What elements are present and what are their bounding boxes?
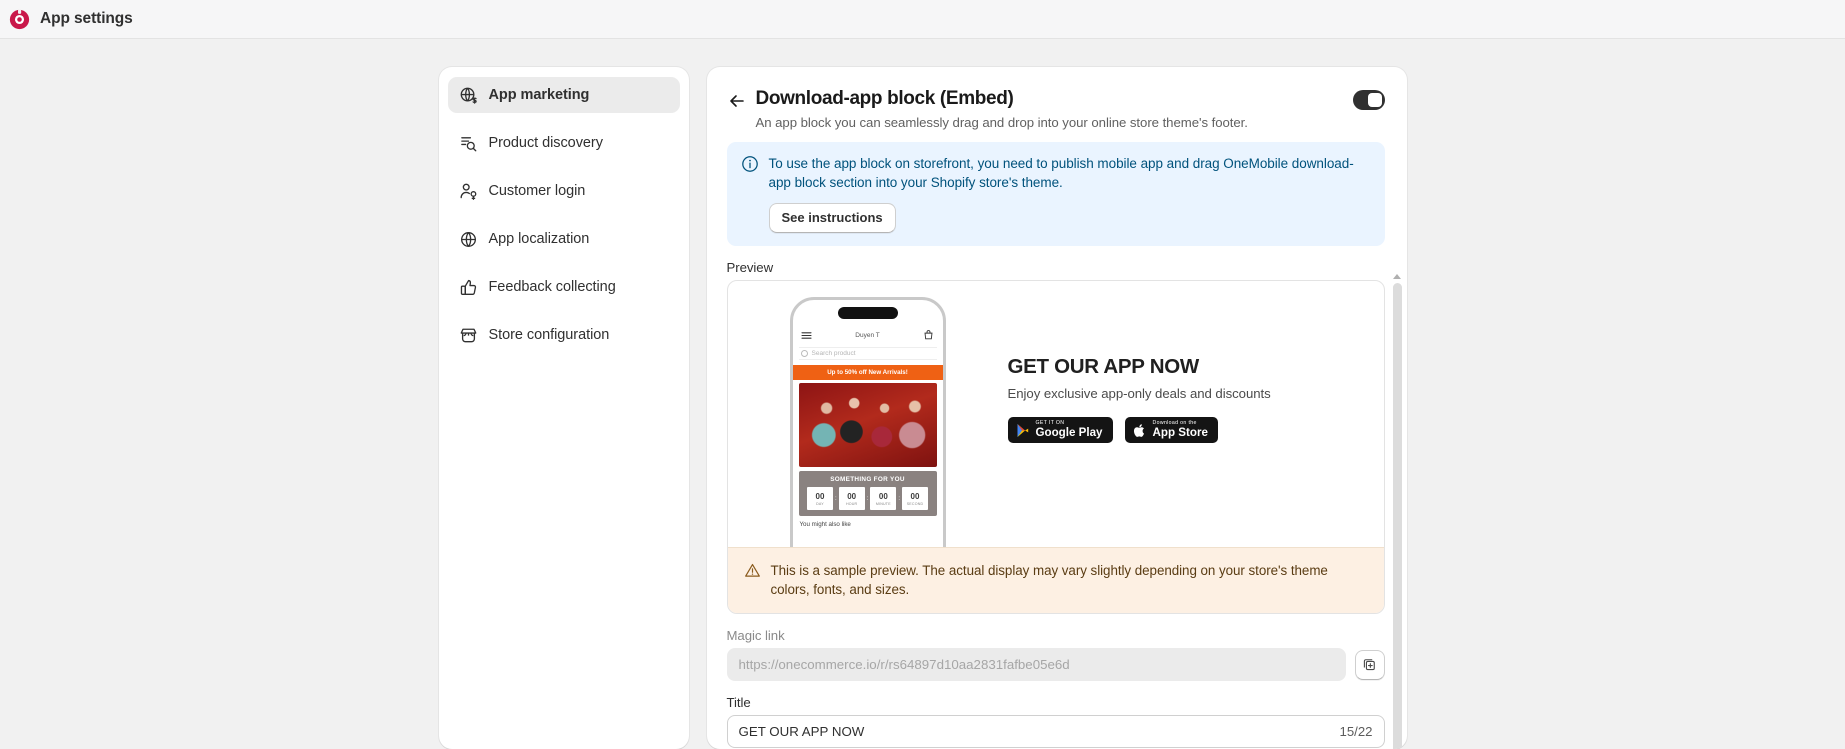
sidebar-item-app-marketing[interactable]: App marketing: [447, 77, 680, 113]
google-play-badge[interactable]: GET IT ON Google Play: [1007, 417, 1113, 443]
title-field-label: Title: [726, 695, 751, 710]
countdown-separator: :: [898, 495, 900, 502]
badge-big-text: Google Play: [1035, 426, 1103, 440]
person-key-icon: [460, 183, 476, 200]
magic-link-value: https://onecommerce.io/r/rs64897d10aa283…: [738, 657, 1070, 672]
phone-search-bar: Search product: [798, 347, 937, 360]
panel-title: Download-app block (Embed): [755, 88, 1014, 109]
panel-scrollbar[interactable]: [1392, 274, 1402, 749]
page-title: App settings: [40, 10, 133, 27]
scrollbar-thumb[interactable]: [1392, 283, 1402, 749]
info-banner-text: To use the app block on storefront, you …: [768, 156, 1354, 190]
info-banner-content: To use the app block on storefront, you …: [768, 154, 1371, 233]
info-banner: To use the app block on storefront, you …: [726, 142, 1385, 246]
phone-top-bar: Duyen T: [793, 326, 943, 344]
shopping-cart-icon: [924, 329, 933, 339]
countdown-separator: :: [866, 495, 869, 502]
countdown-value: 00: [815, 491, 825, 501]
see-instructions-button[interactable]: See instructions: [768, 203, 896, 233]
sidebar: App marketing Product discovery Customer…: [438, 67, 689, 749]
app-store-badge[interactable]: Download on the App Store: [1124, 417, 1218, 443]
top-bar: App settings: [0, 0, 1845, 39]
onecommerce-logo-icon: [9, 9, 30, 29]
countdown-unit: MINUTE: [875, 501, 891, 506]
promo-title: GET OUR APP NOW: [1007, 355, 1200, 378]
title-field-input[interactable]: GET OUR APP NOW 15/22: [726, 715, 1385, 748]
page-body: App marketing Product discovery Customer…: [0, 39, 1845, 749]
promo-block: GET OUR APP NOW Enjoy exclusive app-only…: [1007, 281, 1271, 443]
magic-link-label: Magic link: [726, 628, 785, 643]
phone-footer-text: You might also like: [799, 521, 851, 528]
countdown-cell: 00 DAY: [806, 487, 833, 510]
hamburger-icon: [800, 331, 812, 339]
countdown-value: 00: [910, 491, 920, 501]
title-char-counter: 15/22: [1339, 724, 1373, 739]
sidebar-item-label: Customer login: [488, 183, 586, 199]
phone-countdown-row: 00 DAY : 00 HOUR : 00 MINUTE: 00 SECOND: [803, 487, 933, 510]
phone-notch: [837, 307, 898, 319]
sidebar-item-customer-login[interactable]: Customer login: [448, 173, 680, 209]
countdown-unit: DAY: [816, 501, 824, 506]
sidebar-item-feedback-collecting[interactable]: Feedback collecting: [448, 269, 680, 305]
promo-subtitle: Enjoy exclusive app-only deals and disco…: [1007, 386, 1271, 401]
apple-icon: [1133, 423, 1144, 437]
copy-magic-link-button[interactable]: [1354, 649, 1385, 680]
phone-countdown-block: SOMETHING FOR YOU 00 DAY : 00 HOUR: 00 …: [798, 471, 937, 516]
panel-subtitle: An app block you can seamlessly drag and…: [755, 115, 1248, 130]
phone-store-name: Duyen T: [855, 331, 880, 339]
phone-hero-image: [798, 383, 937, 467]
title-field-value: GET OUR APP NOW: [738, 724, 865, 739]
scroll-up-arrow-icon[interactable]: [1393, 274, 1401, 279]
countdown-cell: 00 MINUTE: [870, 487, 897, 510]
preview-label: Preview: [726, 260, 774, 275]
sidebar-item-product-discovery[interactable]: Product discovery: [448, 125, 680, 161]
sidebar-item-store-configuration[interactable]: Store configuration: [448, 317, 680, 353]
phone-countdown-title: SOMETHING FOR YOU: [830, 476, 905, 483]
magic-link-row: https://onecommerce.io/r/rs64897d10aa283…: [726, 648, 1385, 681]
phone-search-placeholder: Search product: [811, 350, 856, 357]
copy-icon: [1363, 659, 1375, 671]
badge-big-text: App Store: [1152, 426, 1208, 440]
countdown-value: 00: [847, 491, 857, 501]
panel-header: Download-app block (Embed) An app block …: [707, 67, 1407, 130]
globe-dollar-icon: [460, 87, 477, 104]
badge-text-group: Download on the App Store: [1152, 420, 1208, 440]
warning-triangle-icon: [744, 563, 760, 577]
thumbs-up-icon: [460, 279, 476, 295]
sidebar-item-label: App localization: [488, 231, 590, 247]
google-play-icon: [1017, 423, 1028, 437]
countdown-separator: :: [834, 495, 837, 502]
preview-warning-banner: This is a sample preview. The actual dis…: [727, 547, 1384, 613]
sidebar-item-label: Feedback collecting: [488, 279, 616, 295]
sidebar-item-label: Product discovery: [488, 135, 603, 151]
back-arrow-icon[interactable]: [727, 91, 747, 111]
toggle-knob: [1367, 93, 1382, 107]
countdown-cell: 00 HOUR: [838, 487, 865, 510]
preview-content: Duyen T Search product Up to 50% off New…: [728, 281, 1384, 547]
settings-scroll-area: To use the app block on storefront, you …: [707, 130, 1407, 749]
countdown-cell: 00 SECOND: [902, 487, 928, 510]
countdown-value: 00: [878, 491, 888, 501]
globe-icon: [460, 231, 476, 247]
info-circle-icon: [741, 156, 758, 172]
storefront-icon: [460, 328, 476, 342]
header-text-group: Download-app block (Embed) An app block …: [756, 87, 1353, 130]
search-icon: [800, 350, 808, 357]
badge-text-group: GET IT ON Google Play: [1035, 420, 1103, 440]
preview-card: Duyen T Search product Up to 50% off New…: [726, 280, 1385, 614]
magic-link-input[interactable]: https://onecommerce.io/r/rs64897d10aa283…: [726, 648, 1346, 681]
enable-block-toggle[interactable]: [1352, 90, 1385, 110]
list-search-icon: [460, 136, 476, 151]
sidebar-item-label: App marketing: [488, 87, 590, 103]
main-panel: Download-app block (Embed) An app block …: [706, 67, 1407, 749]
countdown-unit: SECOND: [906, 501, 924, 506]
phone-promo-banner: Up to 50% off New Arrivals!: [792, 365, 943, 380]
sidebar-item-app-localization[interactable]: App localization: [448, 221, 680, 257]
store-badges: GET IT ON Google Play Download on the Ap…: [1007, 417, 1271, 443]
countdown-unit: HOUR: [845, 501, 858, 506]
sidebar-item-label: Store configuration: [488, 327, 610, 343]
preview-warning-text: This is a sample preview. The actual dis…: [770, 563, 1328, 597]
phone-mockup: Duyen T Search product Up to 50% off New…: [789, 297, 946, 547]
